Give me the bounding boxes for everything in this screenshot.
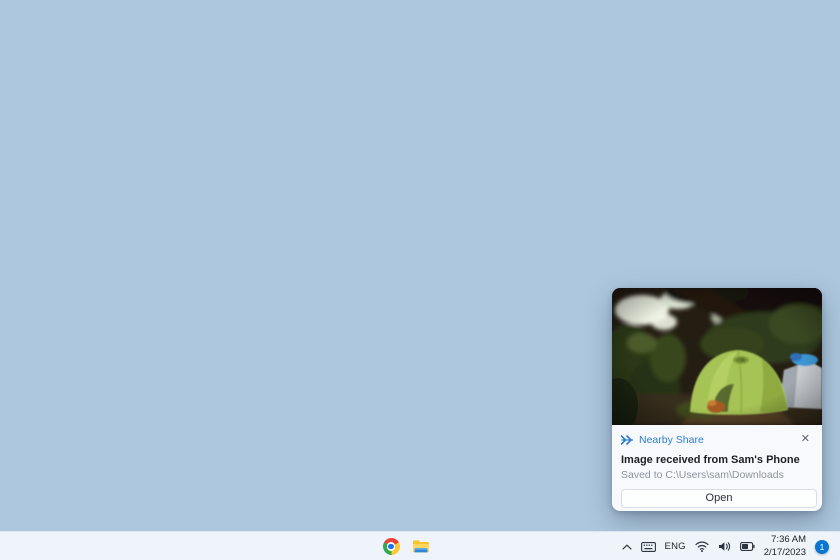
wifi-icon xyxy=(695,541,709,552)
notification-saved-path: Saved to C:\Users\sam\Downloads xyxy=(621,469,813,481)
taskbar-item-chrome[interactable] xyxy=(380,536,402,558)
nearby-share-icon xyxy=(621,435,634,445)
touch-keyboard-icon xyxy=(641,542,656,552)
clock-date: 2/17/2023 xyxy=(764,547,806,559)
taskbar-item-file-explorer[interactable] xyxy=(410,536,432,558)
volume-icon xyxy=(718,541,731,552)
volume-button[interactable] xyxy=(718,541,731,552)
notification-title: Image received from Sam's Phone xyxy=(621,454,813,466)
tray-overflow-button[interactable] xyxy=(622,544,632,550)
notification-count-badge[interactable]: 1 xyxy=(815,540,829,554)
chevron-up-icon xyxy=(622,544,632,550)
received-image-thumbnail[interactable] xyxy=(612,288,822,425)
network-button[interactable] xyxy=(695,541,709,552)
notification-body: Nearby Share ✕ Image received from Sam's… xyxy=(612,425,822,508)
chrome-icon xyxy=(383,538,400,555)
system-tray: ENG 7:36 AM 2/17/2023 xyxy=(622,532,840,560)
language-indicator[interactable]: ENG xyxy=(665,541,686,552)
taskbar-clock[interactable]: 7:36 AM 2/17/2023 xyxy=(764,534,806,559)
desktop[interactable]: { "desktop": { "background_color": "#adc… xyxy=(0,0,840,560)
taskbar-app-icons xyxy=(380,532,432,560)
taskbar: ENG 7:36 AM 2/17/2023 xyxy=(0,531,840,560)
notification-header: Nearby Share ✕ xyxy=(621,432,813,447)
nearby-share-notification: Nearby Share ✕ Image received from Sam's… xyxy=(612,288,822,511)
battery-button[interactable] xyxy=(740,542,755,551)
close-icon[interactable]: ✕ xyxy=(798,432,813,447)
touch-keyboard-button[interactable] xyxy=(641,542,656,552)
clock-time: 7:36 AM xyxy=(764,534,806,546)
battery-icon xyxy=(740,542,755,551)
open-button[interactable]: Open xyxy=(621,489,817,508)
file-explorer-icon xyxy=(412,539,430,554)
notification-app: Nearby Share xyxy=(621,434,798,446)
notification-app-label: Nearby Share xyxy=(639,434,704,446)
